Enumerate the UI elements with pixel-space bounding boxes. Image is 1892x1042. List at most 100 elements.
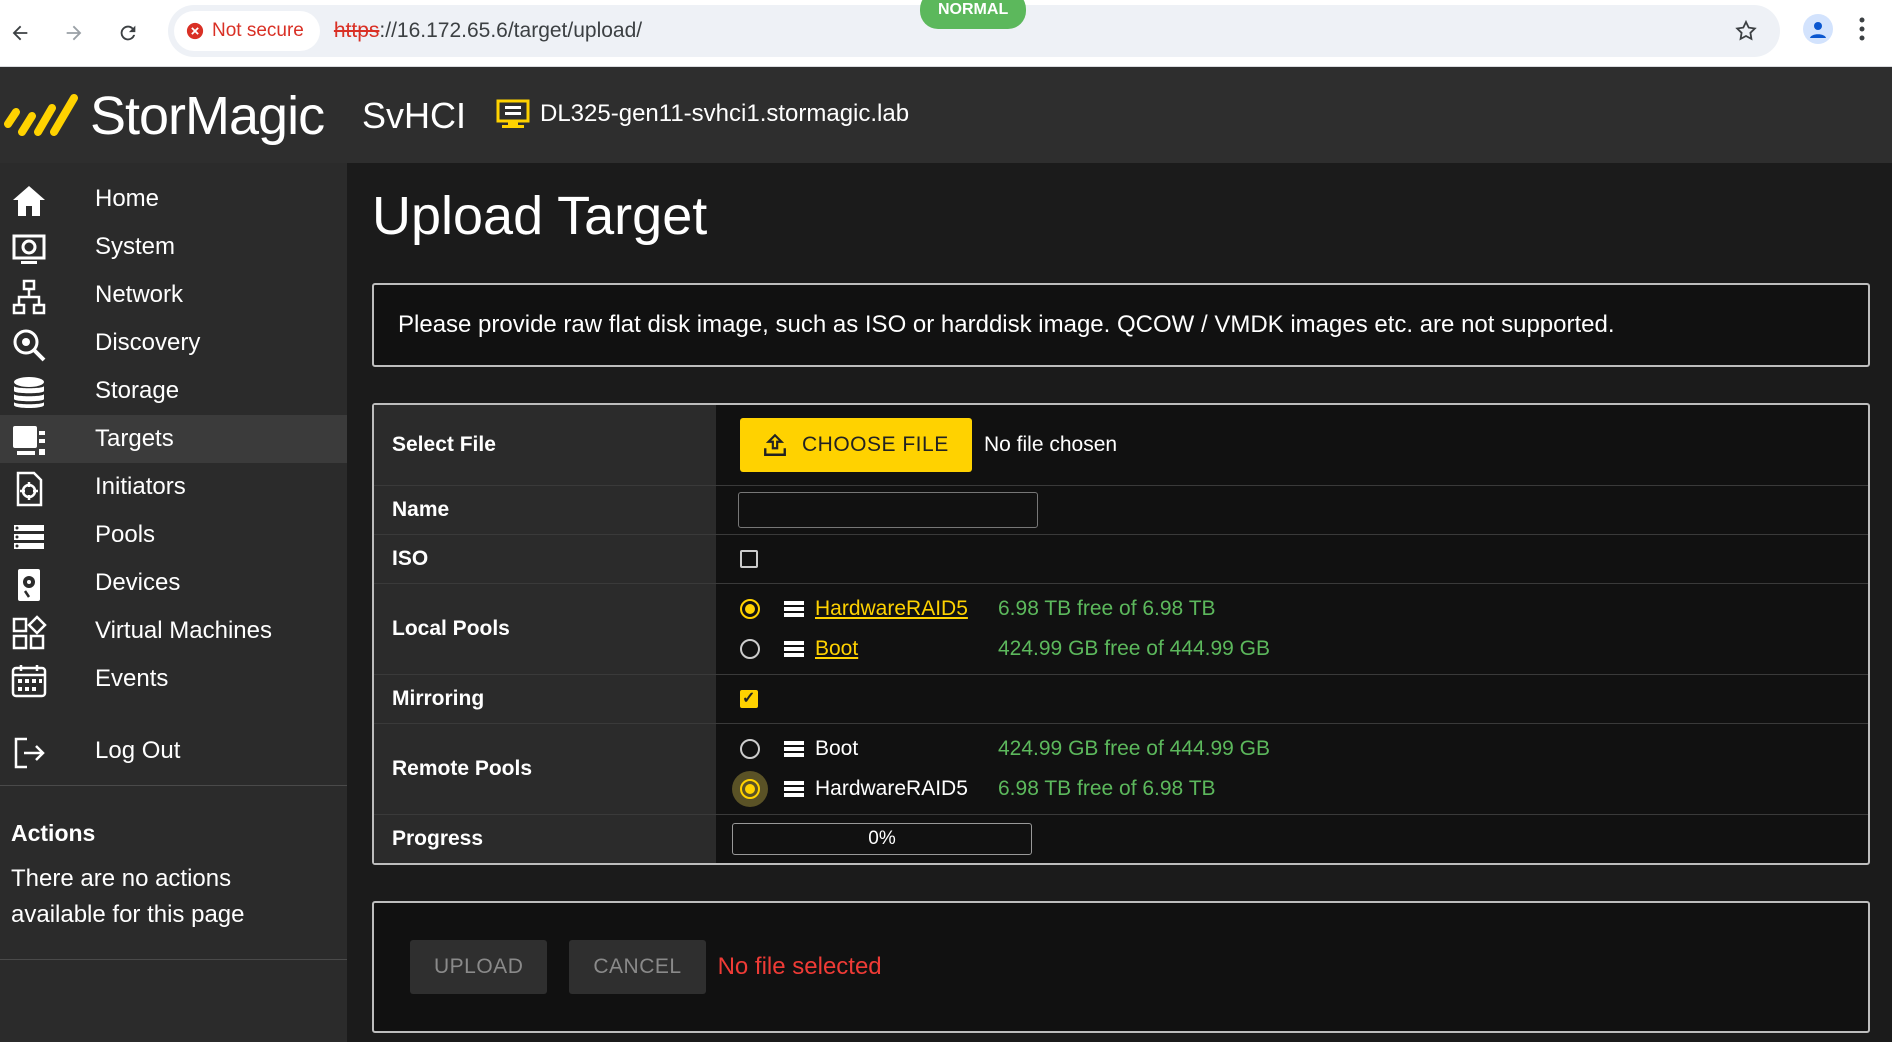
page-title: Upload Target bbox=[372, 186, 708, 246]
sidebar-item-storage[interactable]: Storage bbox=[0, 367, 347, 415]
sidebar-item-devices[interactable]: Devices bbox=[0, 559, 347, 607]
sidebar-item-discovery[interactable]: Discovery bbox=[0, 319, 347, 367]
pool-free-space: 6.98 TB free of 6.98 TB bbox=[998, 597, 1216, 620]
brand-name: StorMagic bbox=[90, 86, 325, 146]
main-content: Upload Target Please provide raw flat di… bbox=[372, 163, 1870, 1033]
virtual-machines-icon bbox=[12, 615, 47, 650]
pool-name-link[interactable]: HardwareRAID5 bbox=[815, 597, 998, 621]
discovery-icon bbox=[13, 329, 46, 362]
mirroring-checkbox[interactable] bbox=[740, 688, 758, 708]
reload-icon bbox=[120, 25, 136, 41]
form-row-local-pools: Local Pools HardwareRAID5 6.98 TB free o… bbox=[374, 584, 1868, 675]
pool-name: HardwareRAID5 bbox=[815, 777, 968, 800]
sidebar-item-label: Devices bbox=[95, 569, 181, 596]
sidebar-item-home[interactable]: Home bbox=[0, 175, 347, 223]
info-text: Please provide raw flat disk image, such… bbox=[398, 311, 1615, 338]
local-pool-option[interactable]: HardwareRAID5 6.98 TB free of 6.98 TB bbox=[740, 596, 1270, 622]
actions-text: There are no actions available for this … bbox=[11, 865, 245, 928]
sidebar-item-pools[interactable]: Pools bbox=[0, 511, 347, 559]
action-bar: UPLOAD CANCEL No file selected bbox=[372, 901, 1870, 1033]
sidebar-item-network[interactable]: Network bbox=[0, 271, 347, 319]
local-pool-radio[interactable] bbox=[740, 599, 760, 619]
sidebar-item-label: Discovery bbox=[95, 329, 201, 356]
security-chip[interactable]: Not secure bbox=[174, 11, 320, 51]
url-scheme: https bbox=[333, 19, 380, 42]
upload-form: Select File CHOOSE FILE No file chosen N… bbox=[372, 403, 1870, 865]
browser-menu-icon[interactable] bbox=[1858, 16, 1866, 47]
status-badge: NORMAL bbox=[920, 0, 1027, 29]
network-icon bbox=[12, 279, 46, 315]
home-icon bbox=[13, 186, 45, 216]
sidebar-item-events[interactable]: Events bbox=[0, 655, 347, 703]
back-arrow-icon bbox=[12, 25, 28, 41]
sidebar-item-label: Initiators bbox=[95, 473, 186, 500]
sidebar-item-label: Targets bbox=[95, 425, 174, 452]
mirroring-label: Mirroring bbox=[374, 675, 716, 723]
upload-button[interactable]: UPLOAD bbox=[410, 940, 548, 994]
app-header: StorMagic SvHCI DL325-gen11-svhci1.storm… bbox=[0, 0, 1892, 163]
pool-free-space: 424.99 GB free of 444.99 GB bbox=[998, 737, 1271, 760]
url-path: ://16.172.65.6/target/upload/ bbox=[379, 19, 643, 42]
local-pool-radio[interactable] bbox=[740, 639, 760, 659]
choose-file-label: CHOOSE FILE bbox=[802, 433, 949, 456]
sidebar-item-label: Events bbox=[95, 665, 169, 692]
warning-icon bbox=[186, 22, 204, 40]
devices-icon bbox=[18, 569, 40, 601]
sidebar-item-label: Home bbox=[95, 185, 160, 212]
profile-avatar-icon[interactable] bbox=[1803, 14, 1833, 44]
forward-button[interactable] bbox=[56, 15, 92, 51]
iso-label: ISO bbox=[374, 535, 716, 583]
form-row-iso: ISO bbox=[374, 535, 1868, 584]
bookmark-star-icon[interactable] bbox=[1734, 19, 1758, 48]
pool-icon bbox=[784, 781, 804, 797]
remote-pool-radio[interactable] bbox=[740, 739, 760, 759]
progress-text: 0% bbox=[868, 828, 896, 849]
remote-pool-radio[interactable] bbox=[740, 779, 760, 799]
name-label: Name bbox=[374, 486, 716, 534]
pool-icon bbox=[784, 741, 804, 757]
host-name: DL325-gen11-svhci1.stormagic.lab bbox=[540, 100, 910, 127]
sidebar-item-label: Storage bbox=[95, 377, 180, 404]
progress-label: Progress bbox=[374, 815, 716, 863]
targets-icon bbox=[13, 426, 45, 455]
name-input[interactable] bbox=[738, 492, 1038, 528]
sidebar-item-targets[interactable]: Targets bbox=[0, 415, 347, 463]
iso-checkbox[interactable] bbox=[740, 550, 758, 568]
radio-focus-halo bbox=[732, 771, 768, 807]
security-label: Not secure bbox=[212, 20, 304, 41]
system-icon bbox=[12, 234, 46, 264]
choose-file-button[interactable]: CHOOSE FILE bbox=[740, 418, 972, 472]
sidebar-item-virtual-machines[interactable]: Virtual Machines bbox=[0, 607, 347, 655]
stormagic-logo[interactable]: StorMagic bbox=[2, 85, 325, 147]
form-row-remote-pools: Remote Pools Boot 424.99 GB free of 444.… bbox=[374, 724, 1868, 815]
sidebar-divider bbox=[0, 959, 347, 960]
local-pool-option[interactable]: Boot 424.99 GB free of 444.99 GB bbox=[740, 636, 1270, 662]
form-row-progress: Progress 0% bbox=[374, 815, 1868, 863]
pool-free-space: 424.99 GB free of 444.99 GB bbox=[998, 637, 1271, 660]
server-icon bbox=[496, 99, 530, 128]
actions-title: Actions bbox=[11, 820, 96, 846]
host-info: DL325-gen11-svhci1.stormagic.lab bbox=[496, 99, 909, 129]
sidebar-item-initiators[interactable]: Initiators bbox=[0, 463, 347, 511]
pool-icon bbox=[784, 641, 804, 657]
initiators-icon bbox=[16, 471, 43, 507]
pool-icon bbox=[784, 601, 804, 617]
sidebar-item-system[interactable]: System bbox=[0, 223, 347, 271]
sidebar-item-label: Network bbox=[95, 281, 184, 308]
product-name: SvHCI bbox=[362, 95, 467, 136]
reload-button[interactable] bbox=[110, 15, 146, 51]
logout-label: Log Out bbox=[95, 737, 181, 764]
back-button[interactable] bbox=[2, 15, 38, 51]
upload-status-message: No file selected bbox=[717, 953, 882, 980]
cancel-button[interactable]: CANCEL bbox=[569, 940, 706, 994]
remote-pool-option[interactable]: HardwareRAID5 6.98 TB free of 6.98 TB bbox=[732, 771, 1270, 807]
url-text[interactable]: https://16.172.65.6/target/upload/ bbox=[334, 19, 642, 43]
pool-name: Boot bbox=[815, 737, 859, 760]
remote-pool-option[interactable]: Boot 424.99 GB free of 444.99 GB bbox=[740, 736, 1270, 762]
sidebar: Home System Network Discovery Storage Ta… bbox=[0, 163, 347, 1042]
events-icon bbox=[11, 665, 47, 698]
sidebar-item-logout[interactable]: Log Out bbox=[0, 727, 347, 775]
pools-icon bbox=[14, 525, 44, 549]
pool-name-link[interactable]: Boot bbox=[815, 637, 998, 661]
logo-mark-icon bbox=[4, 94, 78, 136]
